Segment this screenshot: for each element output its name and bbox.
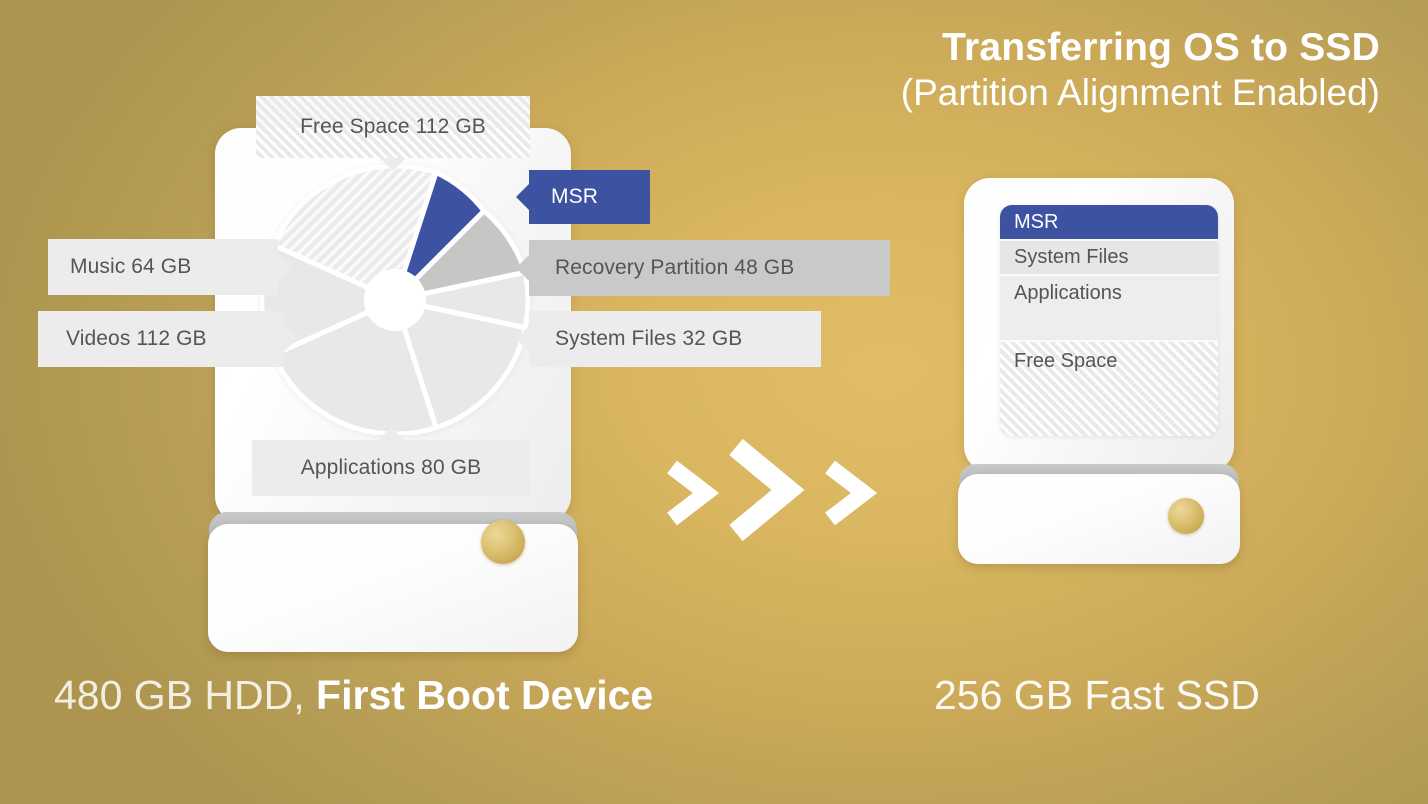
callout-pointer-left-icon	[516, 184, 529, 210]
ssd-segment-applications-label: Applications	[1014, 282, 1122, 304]
title-line-1: Transferring OS to SSD	[942, 26, 1380, 69]
chevron-right-icon-3	[825, 460, 878, 526]
ssd-segment-free-space-label: Free Space	[1014, 350, 1118, 372]
ssd-partition-stack: MSR System Files Applications Free Space	[1000, 205, 1218, 436]
callout-videos[interactable]: Videos 112 GB	[38, 311, 297, 367]
source-drive-caption-prefix: 480 GB HDD,	[54, 672, 317, 718]
callout-pointer-left-icon	[516, 255, 529, 281]
callout-videos-label: Videos 112 GB	[66, 327, 207, 350]
callout-music[interactable]: Music 64 GB	[48, 239, 291, 295]
callout-free-space-label: Free Space 112 GB	[300, 115, 486, 138]
chevron-right-icon-2	[729, 438, 805, 542]
title-line-2: (Partition Alignment Enabled)	[900, 71, 1380, 113]
chevron-right-icon-1	[667, 460, 720, 526]
source-drive-caption: 480 GB HDD, First Boot Device	[54, 672, 653, 719]
callout-pointer-right-icon	[284, 326, 297, 352]
ssd-segment-msr-label: MSR	[1014, 210, 1059, 233]
hdd-activity-led-icon	[481, 520, 525, 564]
callout-pointer-up-icon	[378, 427, 404, 440]
ssd-segment-msr[interactable]: MSR	[1000, 205, 1218, 239]
callout-pointer-right-icon	[278, 254, 291, 280]
callout-recovery-partition[interactable]: Recovery Partition 48 GB	[516, 240, 890, 296]
target-drive-caption: 256 GB Fast SSD	[934, 672, 1260, 718]
ssd-segment-free-space[interactable]: Free Space	[1000, 340, 1218, 436]
callout-msr[interactable]: MSR	[516, 170, 650, 224]
callout-msr-label: MSR	[551, 185, 598, 208]
ssd-segment-applications[interactable]: Applications	[1000, 274, 1218, 340]
callout-system-files-label: System Files 32 GB	[555, 327, 743, 350]
ssd-activity-led-icon	[1168, 498, 1204, 534]
callout-applications[interactable]: Applications 80 GB	[252, 427, 530, 496]
callout-recovery-label: Recovery Partition 48 GB	[555, 256, 795, 279]
callout-free-space[interactable]: Free Space 112 GB	[256, 96, 530, 171]
ssd-segment-system-files-label: System Files	[1014, 246, 1129, 268]
callout-pointer-left-icon	[516, 326, 529, 352]
callout-applications-label: Applications 80 GB	[300, 456, 482, 479]
callout-system-files[interactable]: System Files 32 GB	[516, 311, 821, 367]
hdd-partition-pie-chart	[260, 165, 530, 435]
infographic-canvas: Transferring OS to SSD (Partition Alignm…	[0, 0, 1428, 804]
ssd-segment-system-files[interactable]: System Files	[1000, 239, 1218, 274]
callout-music-label: Music 64 GB	[70, 255, 192, 278]
transfer-arrows	[660, 435, 890, 545]
callout-pointer-down-icon	[380, 158, 406, 171]
page-title: Transferring OS to SSD (Partition Alignm…	[901, 26, 1380, 113]
source-drive-caption-emphasis: First Boot Device	[316, 672, 654, 718]
